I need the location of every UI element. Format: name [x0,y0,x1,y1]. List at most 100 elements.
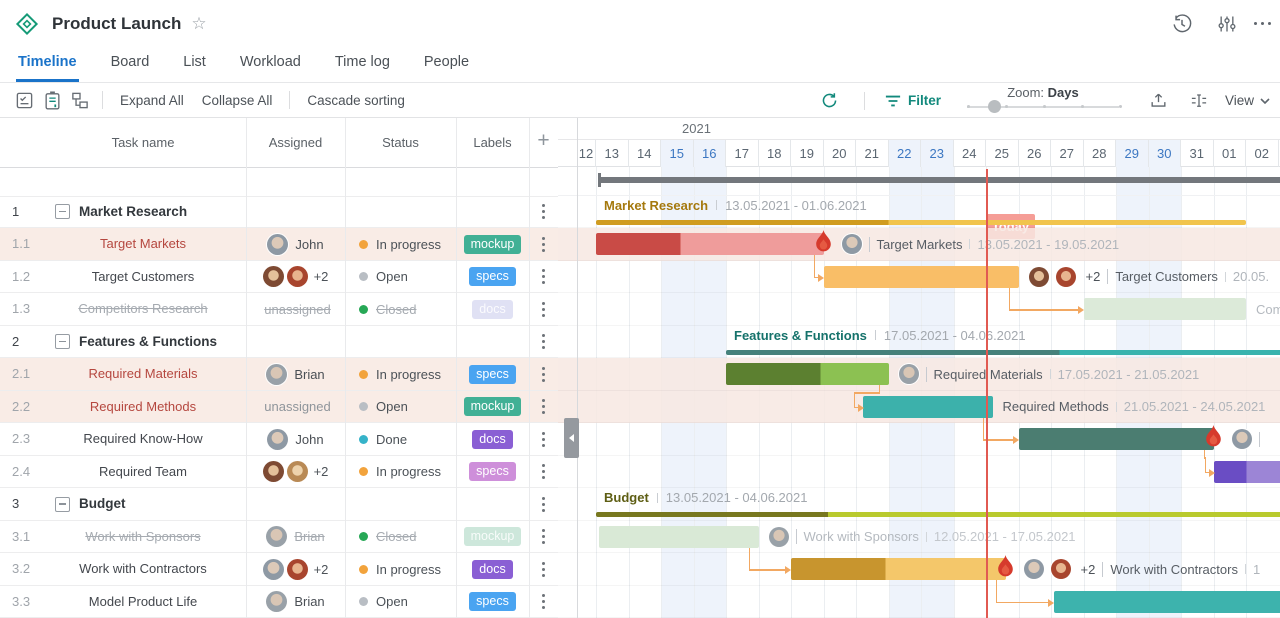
table-row[interactable]: 2.3 Required Know-How John Done docs [0,423,558,456]
app-logo-icon [15,12,39,35]
column-header-status[interactable]: Status [345,118,456,167]
tab-time-log[interactable]: Time log [333,54,392,82]
row-menu-button[interactable] [529,261,558,294]
tab-people[interactable]: People [422,54,471,82]
export-icon[interactable] [1145,88,1173,114]
table-row[interactable]: 1.3 Competitors Research unassigned Closed d… [0,293,558,326]
column-header-labels[interactable]: Labels [456,118,529,167]
cascade-sorting-button[interactable]: Cascade sorting [307,93,405,108]
task-name: Required Methods [89,398,197,414]
task-bar[interactable] [726,363,889,385]
group-summary-bar[interactable] [596,219,1246,225]
task-bar[interactable] [599,525,759,548]
tab-workload[interactable]: Workload [238,54,303,82]
tab-list[interactable]: List [181,54,208,82]
task-list-icon[interactable] [10,87,38,113]
day-cell: 01 [1214,140,1246,167]
day-cell: 26 [1019,140,1051,167]
task-bar[interactable] [791,558,1006,580]
table-row[interactable]: 3.3 Model Product Life Brian Open specs [0,586,558,618]
kebab-menu-icon [542,340,545,344]
task-name: Target Markets [100,236,186,251]
favorite-star-icon[interactable]: ☆ [191,14,206,34]
row-menu-button[interactable] [529,391,558,424]
collapse-all-button[interactable]: Collapse All [202,93,273,108]
row-menu-button[interactable] [529,553,558,586]
view-dropdown[interactable]: View [1225,93,1270,108]
group-summary-bar[interactable] [596,512,1280,517]
row-menu-button[interactable] [529,423,558,456]
task-bar[interactable] [1213,460,1280,483]
day-cell: 12 [577,140,596,167]
table-row[interactable]: 3 Budget [0,488,558,521]
avatar [267,233,289,255]
zoom-slider-handle[interactable] [988,100,1002,113]
column-header-assigned[interactable]: Assigned [246,118,345,167]
group-summary-bar[interactable] [726,349,1280,355]
tab-board[interactable]: Board [109,54,152,82]
collapse-toggle[interactable] [55,204,70,220]
task-bar[interactable] [1083,298,1246,320]
task-name: Required Know-How [83,431,203,446]
day-cell: 18 [759,140,791,167]
row-menu-button[interactable] [529,196,558,229]
bar-task-name: Required Materials [933,366,1043,382]
task-bar[interactable] [823,265,1019,288]
table-row[interactable]: 2 Features & Functions [0,326,558,359]
add-column-button[interactable]: + [529,118,558,167]
tab-timeline[interactable]: Timeline [16,54,79,82]
assigned-cell [246,326,345,359]
task-bar[interactable] [862,395,993,418]
table-row[interactable]: 3.1 Work with Sponsors Brian Closed mockup [0,521,558,554]
row-menu-button[interactable] [529,456,558,489]
deadline-flame-icon [815,230,831,252]
group-bar-label: Market Research 13.05.2021 - 01.06.2021 [604,197,867,213]
table-row[interactable]: 1.1 Target Markets John In progress mockup [0,228,558,261]
table-row[interactable]: 2.4 Required Team +2 In progress specs [0,456,558,489]
table-row[interactable]: 2.2 Required Methods unassigned Open mockup [0,390,558,424]
fit-timeline-icon[interactable] [1185,88,1213,114]
status-dot [359,467,368,477]
day-header: 12 13 14 15 16 17 18 19 20 21 22 23 24 25 26 27 28 29 30 31… [558,140,1280,167]
collapse-toggle[interactable] [55,496,70,512]
table-row[interactable]: 3.2 Work with Contractors +2 In progress doc… [0,553,558,586]
row-menu-button[interactable] [529,326,558,359]
table-row[interactable]: 1.2 Target Customers +2 Open specs [0,261,558,294]
gantt-row [558,586,1280,618]
row-menu-button[interactable] [529,521,558,554]
column-header-task-name[interactable]: Task name [40,118,246,167]
panel-collapse-handle[interactable] [564,418,579,458]
zoom-slider[interactable] [966,100,1122,113]
zoom-label: Zoom: Days [1007,85,1079,100]
history-icon[interactable] [1171,13,1193,35]
table-row[interactable]: 2.1 Required Materials Brian In progress spe… [0,358,558,391]
row-menu-button[interactable] [529,586,558,618]
expand-all-button[interactable]: Expand All [120,93,184,108]
task-name: Work with Contractors [79,561,207,576]
gantt-row: Required Methods 21.05.2021 - 24.05.2021 [558,390,1280,423]
task-bar[interactable] [1018,428,1214,450]
task-bar[interactable] [1054,590,1280,613]
row-number: 2.2 [12,398,31,414]
filter-button[interactable]: Filter [885,93,941,108]
bar-task-name: Required Methods [1002,399,1109,415]
row-number: 2.3 [12,431,31,446]
refresh-icon[interactable] [816,88,844,114]
label-badge: mockup [463,397,522,417]
row-number: 3.1 [12,528,31,544]
label-badge: docs [472,429,513,449]
more-menu-icon[interactable] [1261,22,1264,25]
row-menu-button[interactable] [529,488,558,521]
collapse-toggle[interactable] [55,334,70,350]
settings-sliders-icon[interactable] [1217,13,1237,35]
row-menu-button[interactable] [529,228,558,261]
task-name: Required Team [99,463,187,479]
hierarchy-icon[interactable] [66,87,94,113]
task-bar[interactable] [596,233,824,255]
extra-assignees: +2 [1080,561,1096,577]
row-menu-button[interactable] [529,293,558,326]
filter-label: Filter [907,93,941,108]
notes-icon[interactable] [38,87,66,113]
table-row[interactable]: 1 Market Research [0,196,558,229]
row-menu-button[interactable] [529,358,558,391]
